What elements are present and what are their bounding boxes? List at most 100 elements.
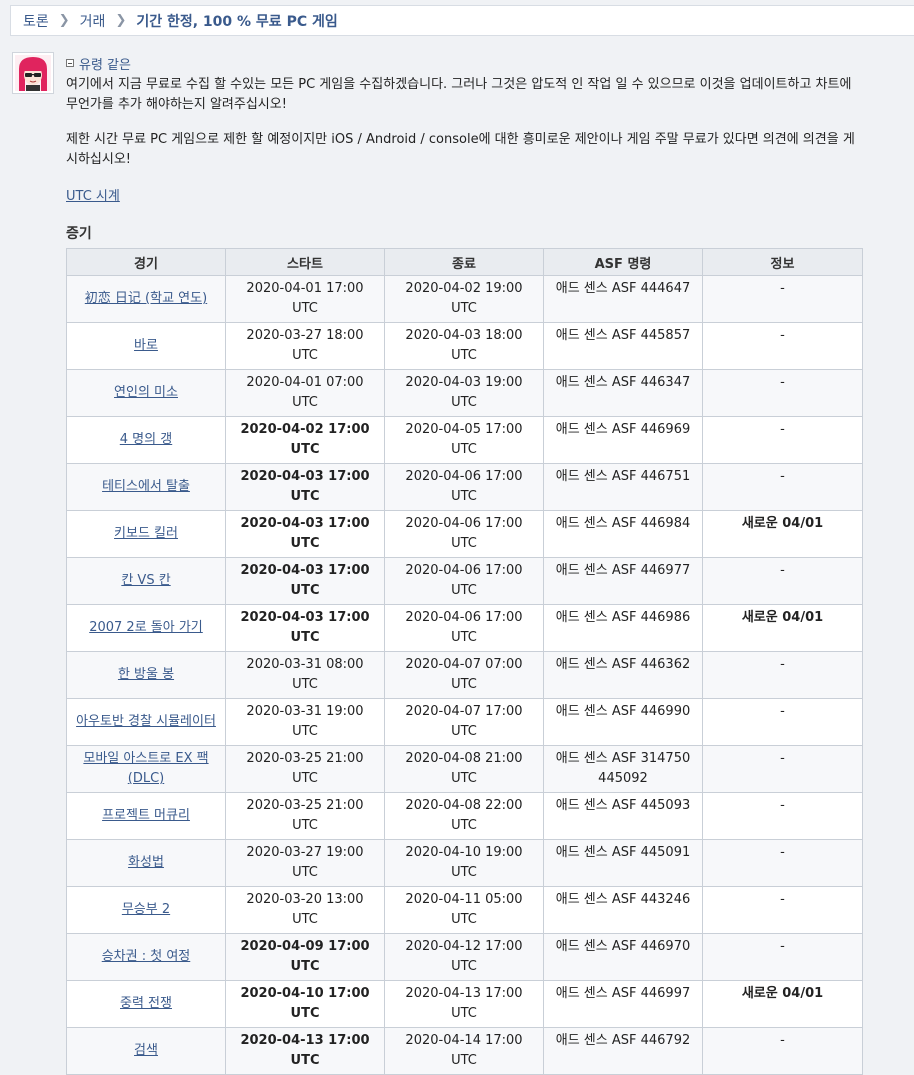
cell-asf-command[interactable]: 애드 센스 ASF 446970 xyxy=(543,933,703,981)
cell-asf-command[interactable]: 애드 센스 ASF 443246 xyxy=(543,886,703,934)
game-link[interactable]: 중력 전쟁 xyxy=(120,996,172,1011)
cell-asf-command[interactable]: 애드 센스 ASF 314750 445092 xyxy=(543,745,703,793)
table-row: 화성법 2020-03-27 19:00 UTC 2020-04-10 19:00 … xyxy=(66,839,863,887)
cell-game: 初恋 日记 (학교 연도) xyxy=(66,275,226,323)
game-link[interactable]: 승차권 : 첫 여정 xyxy=(102,949,191,964)
game-link[interactable]: 검색 xyxy=(134,1043,158,1058)
breadcrumb-deals[interactable]: 거래 xyxy=(80,11,106,31)
table-row: 프로젝트 머큐리 2020-03-25 21:00 UTC 2020-04-08 2… xyxy=(66,792,863,840)
post-paragraph-1: 여기에서 지금 무료로 수집 할 수있는 모든 PC 게임을 수집하겠습니다. … xyxy=(66,77,852,112)
game-link[interactable]: 모바일 아스트로 EX 팩 (DLC) xyxy=(83,751,208,786)
cell-asf-command[interactable]: 애드 센스 ASF 445857 xyxy=(543,322,703,370)
cell-asf-command[interactable]: 애드 센스 ASF 446990 xyxy=(543,698,703,746)
table-body: 初恋 日记 (학교 연도) 2020-04-01 17:00 UTC 2020-04… xyxy=(66,275,863,1075)
cell-start: 2020-04-13 17:00 UTC xyxy=(225,1027,385,1075)
cell-end: 2020-04-06 17:00 UTC xyxy=(384,510,544,558)
game-link[interactable]: 무승부 2 xyxy=(122,902,170,917)
cell-info: - xyxy=(702,698,863,746)
game-link[interactable]: 화성법 xyxy=(128,855,164,870)
table-row: 한 방울 봉 2020-03-31 08:00 UTC 2020-04-07 07:… xyxy=(66,651,863,699)
cell-end: 2020-04-06 17:00 UTC xyxy=(384,604,544,652)
cell-asf-command[interactable]: 애드 센스 ASF 446792 xyxy=(543,1027,703,1075)
cell-game: 2007 2로 돌아 가기 xyxy=(66,604,226,652)
table-row: 승차권 : 첫 여정 2020-04-09 17:00 UTC 2020-04-12… xyxy=(66,933,863,981)
cell-end: 2020-04-11 05:00 UTC xyxy=(384,886,544,934)
table-row: 연인의 미소 2020-04-01 07:00 UTC 2020-04-03 19:… xyxy=(66,369,863,417)
collapse-minus-icon[interactable] xyxy=(66,59,74,67)
cell-game: 연인의 미소 xyxy=(66,369,226,417)
cell-start: 2020-04-01 07:00 UTC xyxy=(225,369,385,417)
cell-asf-command[interactable]: 애드 센스 ASF 445091 xyxy=(543,839,703,887)
cell-start: 2020-03-25 21:00 UTC xyxy=(225,745,385,793)
game-link[interactable]: 테티스에서 탈출 xyxy=(102,479,190,494)
cell-game: 화성법 xyxy=(66,839,226,887)
table-row: 2007 2로 돌아 가기 2020-04-03 17:00 UTC 2020-04… xyxy=(66,604,863,652)
cell-asf-command[interactable]: 애드 센스 ASF 445093 xyxy=(543,792,703,840)
cell-asf-command[interactable]: 애드 센스 ASF 444647 xyxy=(543,275,703,323)
cell-end: 2020-04-12 17:00 UTC xyxy=(384,933,544,981)
cell-end: 2020-04-03 19:00 UTC xyxy=(384,369,544,417)
section-title-steam: 증기 xyxy=(66,226,92,242)
cell-end: 2020-04-06 17:00 UTC xyxy=(384,557,544,605)
cell-info: 새로운 04/01 xyxy=(702,510,863,558)
table-row: 바로 2020-03-27 18:00 UTC 2020-04-03 18:00 U… xyxy=(66,322,863,370)
table-row: 중력 전쟁 2020-04-10 17:00 UTC 2020-04-13 17:0… xyxy=(66,980,863,1028)
cell-game: 칸 VS 칸 xyxy=(66,557,226,605)
author-name[interactable]: 유령 같은 xyxy=(79,54,131,73)
table-row: 키보드 킬러 2020-04-03 17:00 UTC 2020-04-06 17:… xyxy=(66,510,863,558)
game-link[interactable]: 初恋 日记 (학교 연도) xyxy=(85,291,207,306)
cell-end: 2020-04-08 22:00 UTC xyxy=(384,792,544,840)
cell-game: 아우토반 경찰 시뮬레이터 xyxy=(66,698,226,746)
game-link[interactable]: 2007 2로 돌아 가기 xyxy=(89,620,203,635)
column-header-game: 경기 xyxy=(66,248,226,276)
cell-asf-command[interactable]: 애드 센스 ASF 446969 xyxy=(543,416,703,464)
cell-start: 2020-03-20 13:00 UTC xyxy=(225,886,385,934)
game-link[interactable]: 프로젝트 머큐리 xyxy=(102,808,190,823)
cell-info: - xyxy=(702,792,863,840)
breadcrumb-current-thread: 기간 한정, 100 % 무료 PC 게임 xyxy=(136,13,338,30)
cell-end: 2020-04-06 17:00 UTC xyxy=(384,463,544,511)
game-link[interactable]: 한 방울 봉 xyxy=(118,667,174,682)
avatar[interactable] xyxy=(12,52,54,94)
cell-asf-command[interactable]: 애드 센스 ASF 446362 xyxy=(543,651,703,699)
table-row: 아우토반 경찰 시뮬레이터 2020-03-31 19:00 UTC 2020-04… xyxy=(66,698,863,746)
utc-clock-link[interactable]: UTC 시계 xyxy=(66,185,120,204)
table-row: 4 명의 갱 2020-04-02 17:00 UTC 2020-04-05 17:… xyxy=(66,416,863,464)
game-link[interactable]: 키보드 킬러 xyxy=(114,526,178,541)
table-row: 칸 VS 칸 2020-04-03 17:00 UTC 2020-04-06 17:… xyxy=(66,557,863,605)
cell-game: 승차권 : 첫 여정 xyxy=(66,933,226,981)
game-link[interactable]: 칸 VS 칸 xyxy=(121,573,170,588)
table-row: 테티스에서 탈출 2020-04-03 17:00 UTC 2020-04-06 1… xyxy=(66,463,863,511)
cell-asf-command[interactable]: 애드 센스 ASF 446977 xyxy=(543,557,703,605)
cell-end: 2020-04-07 07:00 UTC xyxy=(384,651,544,699)
game-link[interactable]: 4 명의 갱 xyxy=(120,432,172,447)
cell-end: 2020-04-08 21:00 UTC xyxy=(384,745,544,793)
column-header-start: 스타트 xyxy=(225,248,385,276)
cell-asf-command[interactable]: 애드 센스 ASF 446997 xyxy=(543,980,703,1028)
cell-start: 2020-04-03 17:00 UTC xyxy=(225,604,385,652)
cell-info: - xyxy=(702,839,863,887)
post: 유령 같은 여기에서 지금 무료로 수집 할 수있는 모든 PC 게임을 수집하… xyxy=(66,54,866,242)
cell-start: 2020-03-27 18:00 UTC xyxy=(225,322,385,370)
cell-info: - xyxy=(702,369,863,417)
game-link[interactable]: 연인의 미소 xyxy=(114,385,178,400)
cell-game: 한 방울 봉 xyxy=(66,651,226,699)
cell-asf-command[interactable]: 애드 센스 ASF 446984 xyxy=(543,510,703,558)
cell-asf-command[interactable]: 애드 센스 ASF 446986 xyxy=(543,604,703,652)
game-link[interactable]: 아우토반 경찰 시뮬레이터 xyxy=(76,714,216,729)
cell-asf-command[interactable]: 애드 센스 ASF 446751 xyxy=(543,463,703,511)
breadcrumb-separator-icon: ❯ xyxy=(58,13,70,28)
cell-game: 키보드 킬러 xyxy=(66,510,226,558)
cell-asf-command[interactable]: 애드 센스 ASF 446347 xyxy=(543,369,703,417)
cell-info: - xyxy=(702,745,863,793)
cell-start: 2020-04-01 17:00 UTC xyxy=(225,275,385,323)
cell-game: 중력 전쟁 xyxy=(66,980,226,1028)
cell-end: 2020-04-13 17:00 UTC xyxy=(384,980,544,1028)
table-row: 검색 2020-04-13 17:00 UTC 2020-04-14 17:00 U… xyxy=(66,1027,863,1075)
cell-end: 2020-04-02 19:00 UTC xyxy=(384,275,544,323)
cell-start: 2020-04-03 17:00 UTC xyxy=(225,510,385,558)
breadcrumb-discussions[interactable]: 토론 xyxy=(23,11,49,31)
table-header-row: 경기 스타트 종료 ASF 명령 정보 xyxy=(66,248,863,276)
cell-start: 2020-04-02 17:00 UTC xyxy=(225,416,385,464)
game-link[interactable]: 바로 xyxy=(134,338,158,353)
